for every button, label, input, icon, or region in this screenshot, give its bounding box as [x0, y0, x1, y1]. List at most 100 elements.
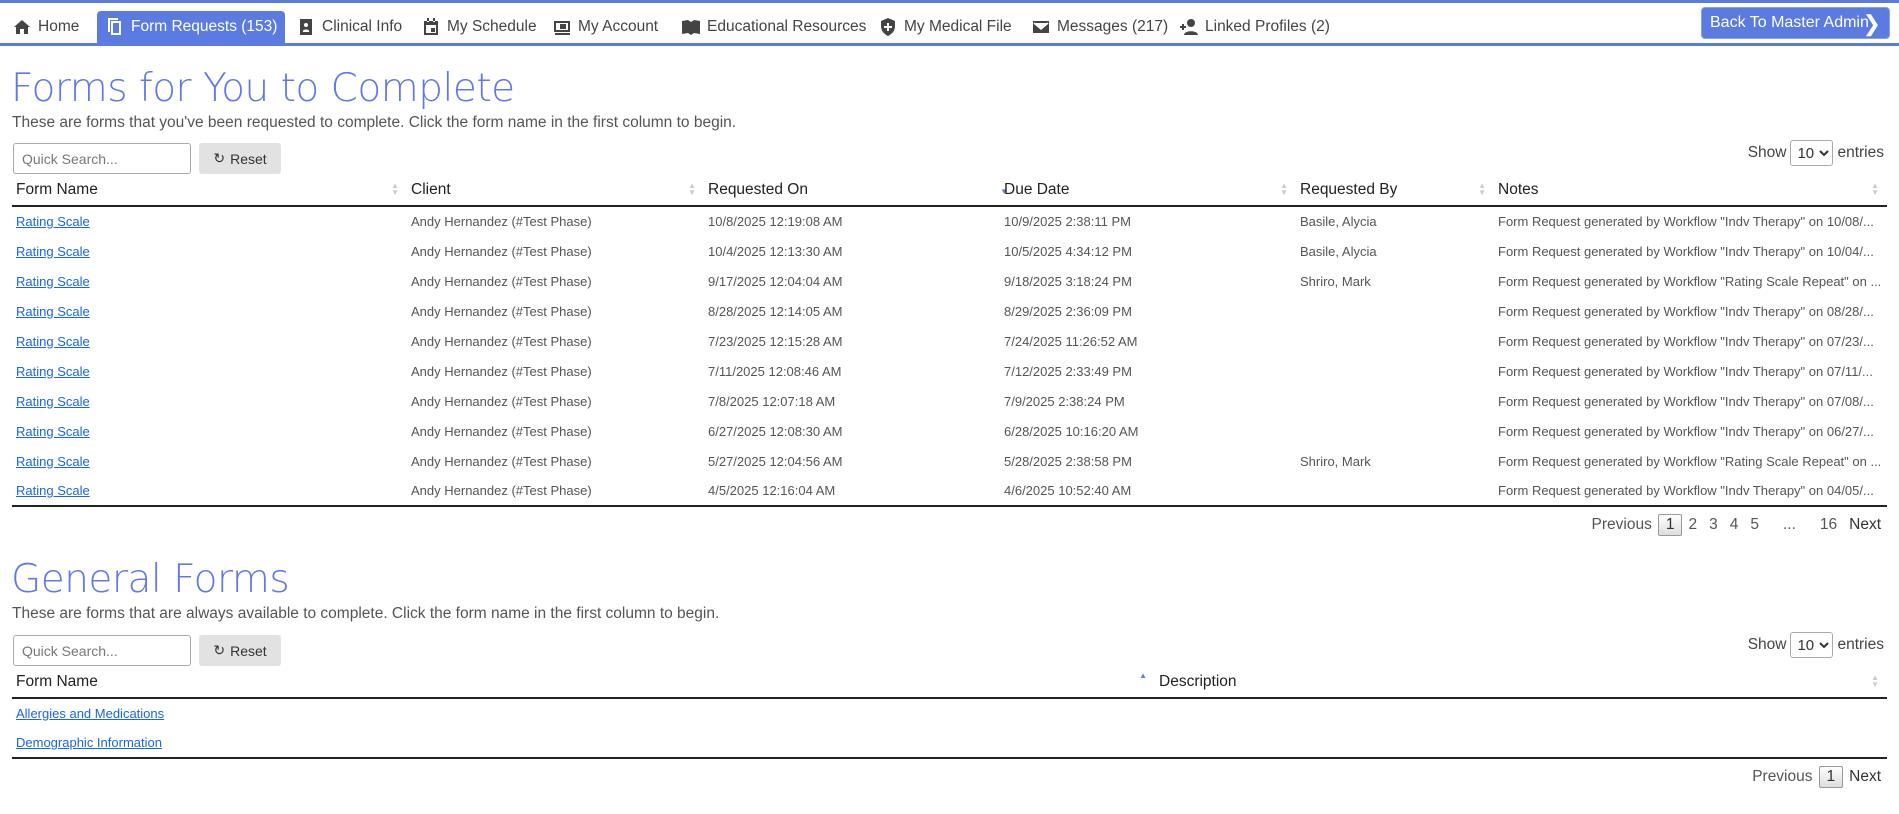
sort-icon: ▲ ▼ — [1871, 673, 1879, 689]
nav-tab-label: Linked Profiles (2) — [1205, 18, 1330, 35]
previous-button[interactable]: Previous — [1586, 516, 1658, 534]
form-link[interactable]: Rating Scale — [16, 244, 90, 259]
quick-search-input[interactable] — [13, 143, 191, 174]
nav-tab-linked-profiles[interactable]: Linked Profiles (2) — [1179, 11, 1330, 43]
previous-button[interactable]: Previous — [1746, 768, 1818, 786]
form-name-cell: Rating Scale — [12, 356, 407, 386]
table-cell: Andy Hernandez (#Test Phase) — [411, 333, 592, 349]
table-cell: 4/5/2025 12:16:04 AM — [704, 476, 1000, 507]
column-header-label: Due Date — [1004, 180, 1070, 198]
general-entries-select[interactable]: 10 — [1790, 632, 1834, 658]
form-link[interactable]: Rating Scale — [16, 364, 90, 379]
next-button[interactable]: Next — [1843, 768, 1887, 786]
table-cell: 6/27/2025 12:08:30 AM — [708, 423, 843, 439]
general-forms-table: Form Name ▲ Description ▲ ▼ Allergies and Me… — [12, 666, 1887, 759]
page-button[interactable]: 1 — [1818, 766, 1844, 788]
form-link[interactable]: Rating Scale — [16, 454, 90, 469]
page-button[interactable]: 5 — [1744, 516, 1765, 534]
column-header-notes[interactable]: Notes ▲ ▼ — [1494, 174, 1887, 207]
refresh-icon: ↻ — [213, 642, 226, 658]
nav-tab-clinical-info[interactable]: Clinical Info — [296, 11, 402, 43]
column-header-description[interactable]: Description ▲ ▼ — [1155, 666, 1887, 699]
table-cell — [1155, 728, 1887, 759]
table-cell — [1296, 476, 1494, 507]
form-link[interactable]: Rating Scale — [16, 334, 90, 349]
calendar-icon — [424, 18, 438, 35]
form-name-cell: Rating Scale — [12, 296, 407, 326]
general-quick-search-input[interactable] — [13, 635, 191, 666]
reset-button[interactable]: ↻ Reset — [199, 143, 281, 174]
general-forms-title: General Forms — [11, 557, 290, 602]
sort-icon: ▲ ▼ — [1871, 181, 1879, 197]
reset-label: Reset — [230, 150, 267, 167]
table-row: Rating Scale Andy Hernandez (#Test Phase)… — [12, 416, 1887, 446]
nav-tab-messages[interactable]: Messages (217) — [1031, 11, 1168, 43]
form-link[interactable]: Rating Scale — [16, 394, 90, 409]
general-pagination: Previous 1 Next — [1746, 766, 1887, 788]
form-link[interactable]: Demographic Information — [16, 735, 162, 750]
column-header-form-name[interactable]: Form Name ▲ ▼ — [12, 174, 407, 207]
table-cell: 6/28/2025 10:16:20 AM — [1004, 423, 1139, 439]
table-row: Rating Scale Andy Hernandez (#Test Phase)… — [12, 266, 1887, 296]
form-link[interactable]: Rating Scale — [16, 214, 90, 229]
table-cell: Form Request generated by Workflow "Indv… — [1498, 333, 1874, 349]
entries-select[interactable]: 10 — [1790, 140, 1834, 166]
page-button[interactable]: 3 — [1703, 516, 1724, 534]
table-cell: Andy Hernandez (#Test Phase) — [411, 363, 592, 379]
nav-tab-label: My Schedule — [447, 18, 537, 35]
page-button[interactable]: 4 — [1724, 516, 1745, 534]
nav-tab-label: My Medical File — [904, 18, 1012, 35]
nav-tab-my-medical-file[interactable]: My Medical File — [878, 11, 1012, 43]
form-name-cell: Rating Scale — [12, 446, 407, 476]
next-button[interactable]: Next — [1843, 516, 1887, 534]
chevron-right-icon: ❯ — [1862, 11, 1881, 36]
table-cell: Andy Hernandez (#Test Phase) — [411, 243, 592, 259]
general-reset-button[interactable]: ↻ Reset — [199, 635, 281, 666]
table-cell — [1296, 386, 1494, 416]
nav-tab-educational-resources[interactable]: Educational Resources — [681, 11, 866, 43]
nav-tab-home[interactable]: Home — [12, 11, 79, 43]
page-length-control: Show 10 entries — [1748, 140, 1884, 166]
form-name-cell: Rating Scale — [12, 266, 407, 296]
page-button[interactable]: 1 — [1657, 514, 1683, 536]
table-cell: 7/9/2025 2:38:24 PM — [1004, 393, 1125, 409]
column-header-requested-by[interactable]: Requested By ▲ ▼ — [1296, 174, 1494, 207]
nav-tab-form-requests[interactable]: Form Requests (153) — [97, 11, 286, 43]
back-to-master-admin-button[interactable]: Back To Master Admin ❯ — [1701, 7, 1890, 39]
form-link[interactable]: Rating Scale — [16, 483, 90, 498]
table-cell: Andy Hernandez (#Test Phase) — [407, 476, 704, 507]
table-cell: Andy Hernandez (#Test Phase) — [411, 393, 592, 409]
table-cell: Basile, Alycia — [1300, 243, 1377, 259]
nav-tab-my-account[interactable]: My Account — [552, 11, 658, 43]
nav-tab-label: My Account — [578, 18, 659, 35]
column-header-due-date[interactable]: Due Date ▲ ▼ — [1000, 174, 1296, 207]
column-header-label: Requested By — [1300, 180, 1398, 198]
column-header-requested-on[interactable]: Requested On ▼ — [704, 174, 1008, 207]
column-header-form-name[interactable]: Form Name ▲ — [12, 666, 1155, 699]
table-cell: 10/8/2025 12:19:08 AM — [708, 214, 843, 229]
table-cell: Form Request generated by Workflow "Indv… — [1498, 303, 1874, 319]
table-cell: Shriro, Mark — [1300, 453, 1371, 469]
table-cell: 5/27/2025 12:04:56 AM — [708, 453, 843, 469]
form-link[interactable]: Rating Scale — [16, 274, 90, 289]
form-link[interactable]: Allergies and Medications — [16, 706, 164, 721]
page-button[interactable]: 16 — [1814, 516, 1843, 534]
nav-tab-my-schedule[interactable]: My Schedule — [421, 11, 537, 43]
table-cell — [1296, 296, 1494, 326]
table-cell: Shriro, Mark — [1300, 273, 1371, 289]
mail-icon — [1033, 21, 1049, 33]
reset-label: Reset — [230, 642, 267, 659]
table-cell: Form Request generated by Workflow "Indv… — [1494, 476, 1887, 507]
table-cell: 7/24/2025 11:26:52 AM — [1004, 333, 1138, 349]
table-cell — [1296, 356, 1494, 386]
form-link[interactable]: Rating Scale — [16, 304, 90, 319]
badge-icon — [300, 19, 312, 35]
form-name-cell: Demographic Information — [12, 728, 1155, 759]
table-cell: 7/11/2025 12:08:46 AM — [708, 363, 842, 379]
entries-label: entries — [1837, 144, 1884, 161]
form-link[interactable]: Rating Scale — [16, 424, 90, 439]
table-cell: 10/5/2025 4:34:12 PM — [1004, 243, 1132, 259]
page-button[interactable]: 2 — [1682, 516, 1703, 534]
sort-icon: ▲ ▼ — [688, 181, 696, 197]
column-header-client[interactable]: Client ▲ ▼ — [407, 174, 704, 207]
